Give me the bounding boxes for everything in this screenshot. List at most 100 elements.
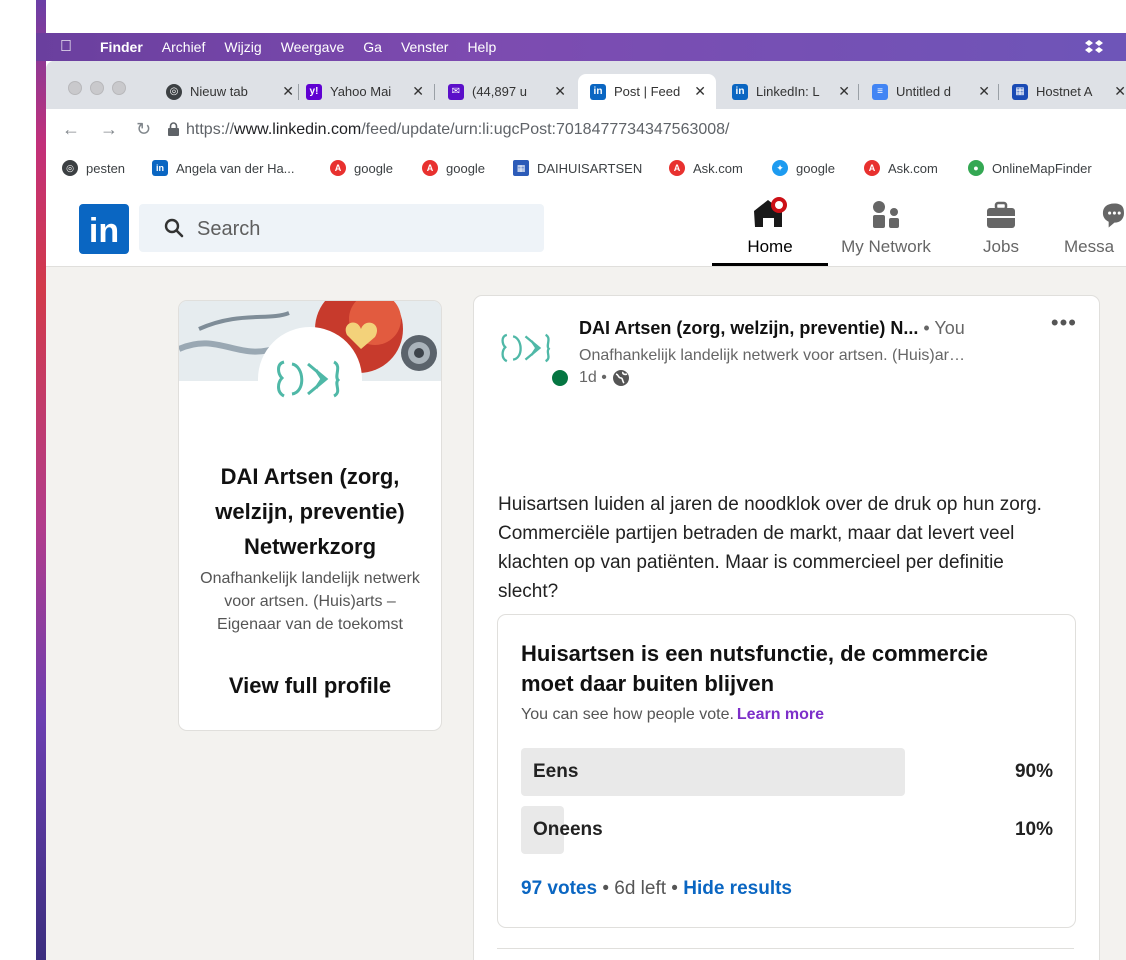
tab-nieuw[interactable]: ◎ Nieuw tab ✕ (166, 74, 294, 109)
author-name[interactable]: DAI Artsen (zorg, welzijn, preventie) N.… (579, 318, 918, 338)
nav-messaging[interactable]: Messa (1064, 199, 1124, 257)
close-tab-icon[interactable]: ✕ (694, 83, 706, 100)
poll-footer: 97 votes • 6d left • Hide results (521, 878, 792, 900)
close-tab-icon[interactable]: ✕ (1114, 83, 1126, 100)
bookmark-google-twitter[interactable]: ✦ google (772, 160, 835, 176)
tab-linkedin[interactable]: in LinkedIn: L ✕ (732, 74, 850, 109)
close-tab-icon[interactable]: ✕ (838, 83, 850, 100)
chrome-icon: ◎ (166, 83, 182, 100)
close-tab-icon[interactable]: ✕ (282, 83, 294, 100)
tab-title: Untitled d (896, 84, 951, 99)
home-icon (722, 197, 818, 229)
minimize-window-button[interactable] (90, 81, 104, 95)
dropbox-icon[interactable] (1084, 38, 1104, 59)
menu-wijzig[interactable]: Wijzig (224, 39, 261, 55)
lock-icon (168, 122, 179, 136)
post-text: Huisartsen luiden al jaren de noodklok o… (498, 494, 1042, 602)
mail-icon: ✉ (448, 83, 464, 100)
profile-card: DAI Artsen (zorg, welzijn, preventie) Ne… (178, 300, 442, 731)
poll-option-label: Eens (533, 761, 579, 782)
close-tab-icon[interactable]: ✕ (978, 83, 990, 100)
view-full-profile-link[interactable]: View full profile (189, 673, 431, 699)
menu-app-finder[interactable]: Finder (100, 39, 143, 55)
avatar[interactable] (258, 327, 362, 431)
profile-name[interactable]: DAI Artsen (zorg, welzijn, preventie) Ne… (189, 459, 431, 564)
bookmark-pesten[interactable]: ◎ pesten (62, 160, 125, 176)
menu-venster[interactable]: Venster (401, 39, 448, 55)
votes-link[interactable]: 97 votes (521, 878, 597, 899)
poll-option-percent: 10% (1014, 819, 1053, 840)
menu-weergave[interactable]: Weergave (281, 39, 345, 55)
author-headline: Onafhankelijk landelijk netwerk voor art… (579, 347, 965, 364)
post-time: 1d • (579, 369, 607, 386)
browser-window: ◎ Nieuw tab ✕ y! Yahoo Mai ✕ ✉ (44,897 u… (46, 61, 1126, 960)
linkedin-icon: in (152, 160, 168, 176)
tab-yahoo[interactable]: y! Yahoo Mai ✕ (306, 74, 424, 109)
url-field[interactable]: https://www.linkedin.com/feed/update/urn… (186, 121, 730, 139)
bookmark-angela[interactable]: in Angela van der Ha... (152, 160, 295, 176)
learn-more-link[interactable]: Learn more (737, 706, 824, 723)
tab-bar: ◎ Nieuw tab ✕ y! Yahoo Mai ✕ ✉ (44,897 u… (46, 61, 1126, 109)
nav-jobs[interactable]: Jobs (966, 199, 1036, 257)
org-logo[interactable] (496, 328, 558, 373)
search-input[interactable] (195, 214, 519, 244)
tab-divider (434, 84, 435, 100)
chrome-icon: ◎ (62, 160, 78, 176)
tab-mail[interactable]: ✉ (44,897 u ✕ (448, 74, 566, 109)
close-tab-icon[interactable]: ✕ (412, 83, 424, 100)
menu-help[interactable]: Help (467, 39, 496, 55)
tab-title: Hostnet A (1036, 84, 1093, 99)
search-box[interactable] (139, 204, 544, 252)
menu-ga[interactable]: Ga (363, 39, 382, 55)
tab-linkedin-post[interactable]: in Post | Feed ✕ (578, 74, 716, 109)
forward-arrow-icon[interactable]: → (100, 119, 118, 140)
zoom-window-button[interactable] (112, 81, 126, 95)
active-nav-indicator (712, 263, 828, 266)
tab-untitled-doc[interactable]: ≡ Untitled d ✕ (872, 74, 990, 109)
reload-icon[interactable]: ↻ (136, 119, 151, 140)
hostnet-icon: ▦ (1012, 83, 1028, 100)
bookmark-google-2[interactable]: Agoogle (422, 160, 485, 176)
bookmark-onlinemapfinder[interactable]: ● OnlineMapFinder (968, 160, 1092, 176)
map-pin-icon: ● (968, 160, 984, 176)
nav-label: My Network (841, 237, 931, 256)
tab-divider (998, 84, 999, 100)
tab-divider (298, 84, 299, 100)
poll-time-left: • 6d left • (602, 878, 678, 899)
twitter-icon: ✦ (772, 160, 788, 176)
poll-option: Oneens 10% (521, 806, 1053, 854)
post-author[interactable]: DAI Artsen (zorg, welzijn, preventie) N.… (579, 318, 965, 339)
hide-results-link[interactable]: Hide results (683, 878, 792, 899)
close-window-button[interactable] (68, 81, 82, 95)
bookmark-ask-2[interactable]: A Ask.com (864, 160, 938, 176)
tab-hostnet[interactable]: ▦ Hostnet A ✕ (1012, 74, 1126, 109)
grid-icon: ▦ (513, 160, 529, 176)
bookmark-ask-1[interactable]: A Ask.com (669, 160, 743, 176)
menu-archief[interactable]: Archief (162, 39, 206, 55)
ask-icon: A (422, 160, 438, 176)
more-options-icon[interactable]: ••• (1051, 310, 1077, 336)
poll-question: Huisartsen is een nutsfunctie, de commer… (521, 641, 989, 696)
globe-icon (612, 370, 629, 386)
bookmark-google-1[interactable]: Agoogle (330, 160, 393, 176)
tab-title: Yahoo Mai (330, 84, 392, 99)
address-bar: ← → ↻ https://www.linkedin.com/feed/upda… (46, 109, 1126, 151)
linkedin-icon: in (590, 83, 606, 100)
linkedin-icon: in (732, 83, 748, 100)
window-controls (68, 81, 126, 95)
nav-home[interactable]: Home (722, 197, 818, 257)
bookmark-daihuisartsen[interactable]: ▦ DAIHUISARTSEN (513, 160, 642, 176)
briefcase-icon (966, 199, 1036, 229)
linkedin-header: in Home My Network Jobs (46, 185, 1126, 267)
nav-my-network[interactable]: My Network (832, 199, 940, 257)
url-host: www.linkedin.com (234, 121, 362, 138)
tab-title: (44,897 u (472, 84, 527, 99)
close-tab-icon[interactable]: ✕ (554, 83, 566, 100)
back-arrow-icon[interactable]: ← (62, 119, 80, 140)
poll-note-text: You can see how people vote. (521, 706, 734, 723)
linkedin-logo[interactable]: in (79, 204, 129, 254)
profile-description: Onafhankelijk landelijk netwerk voor art… (200, 570, 420, 633)
desktop-margin (0, 0, 36, 960)
apple-icon[interactable]:  (60, 38, 80, 56)
nav-label: Jobs (983, 237, 1019, 256)
